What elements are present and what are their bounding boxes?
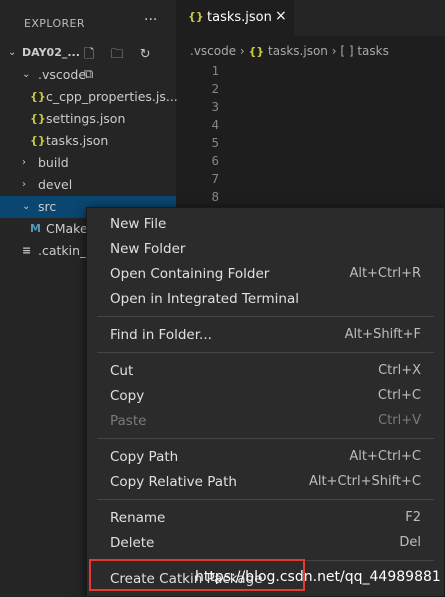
explorer-title: EXPLORER — [24, 17, 85, 30]
tree-item-label: .catkin_ — [38, 243, 87, 258]
menu-item-shortcut: Alt+Ctrl+Shift+C — [308, 474, 421, 489]
menu-item-shortcut: Ctrl+X — [378, 363, 421, 378]
menu-item-copy-relative-path[interactable]: Copy Relative Path Alt+Ctrl+Shift+C — [87, 470, 444, 494]
menu-item-shortcut: Alt+Shift+F — [344, 327, 421, 342]
menu-item-shortcut: Alt+Ctrl+R — [349, 266, 421, 281]
tree-item-label: build — [38, 155, 69, 170]
line-number: 1 — [211, 63, 219, 78]
menu-item-label: Cut — [110, 363, 134, 379]
line-number: 3 — [211, 99, 219, 114]
watermark: https://blog.csdn.net/qq_44989881 — [195, 569, 441, 585]
menu-separator — [97, 438, 434, 439]
menu-item-label: Open Containing Folder — [110, 266, 270, 282]
tree-item[interactable]: {} c_cpp_properties.js... — [0, 86, 178, 108]
menu-item-label: Paste — [110, 413, 147, 429]
menu-item-shortcut: Alt+Ctrl+C — [349, 449, 421, 464]
tree-item[interactable]: ⌄ .vscode — [0, 64, 176, 86]
tab-tasks-json[interactable]: {} tasks.json × — [176, 0, 294, 36]
menu-item-cut[interactable]: Cut Ctrl+X — [87, 359, 444, 383]
breadcrumb-file[interactable]: tasks.json — [268, 44, 328, 58]
context-menu: New File New Folder Open Containing Folder… — [86, 207, 445, 597]
menu-item-label: Delete — [110, 535, 155, 551]
tree-item[interactable]: {} settings.json — [0, 108, 176, 130]
menu-item-label: Find in Folder... — [110, 327, 212, 343]
menu-item-paste: Paste Ctrl+V — [87, 409, 444, 433]
json-file-icon: {} — [30, 134, 46, 147]
menu-item-copy[interactable]: Copy Ctrl+C — [87, 384, 444, 408]
tab-label: tasks.json — [207, 10, 272, 25]
cmake-file-icon: M — [30, 222, 41, 235]
tree-item-label: src — [38, 199, 57, 214]
close-icon[interactable]: × — [275, 8, 287, 24]
menu-item-copy-path[interactable]: Copy Path Alt+Ctrl+C — [87, 445, 444, 469]
menu-separator — [97, 316, 434, 317]
menu-item-shortcut: Del — [399, 535, 421, 550]
tree-item-label: settings.json — [46, 111, 126, 126]
tree-item[interactable]: › devel — [0, 174, 176, 196]
chevron-down-icon: ⌄ — [22, 69, 31, 80]
chevron-right-icon: › — [22, 157, 26, 168]
line-number: 4 — [211, 117, 219, 132]
line-number: 6 — [211, 153, 219, 168]
tree-item-label: c_cpp_properties.js... — [46, 89, 178, 104]
menu-item-label: Open in Integrated Terminal — [110, 291, 299, 307]
json-file-icon: {} — [30, 90, 46, 103]
more-actions-icon[interactable]: ··· — [144, 12, 157, 28]
menu-item-label: New Folder — [110, 241, 186, 257]
tree-item-label: tasks.json — [46, 133, 109, 148]
line-number: 8 — [211, 189, 219, 204]
menu-item-find-in-folder[interactable]: Find in Folder... Alt+Shift+F — [87, 323, 444, 347]
menu-item-label: New File — [110, 216, 167, 232]
text-file-icon: ≡ — [22, 244, 32, 257]
menu-item-label: Copy — [110, 388, 145, 404]
json-file-icon: {} — [248, 45, 265, 58]
menu-item-rename[interactable]: Rename F2 — [87, 506, 444, 530]
breadcrumb: .vscode › {} tasks.json › [ ] tasks — [190, 44, 389, 58]
menu-item-label: Rename — [110, 510, 166, 526]
json-file-icon: {} — [188, 10, 204, 23]
chevron-right-icon: › — [22, 179, 26, 190]
breadcrumb-node[interactable]: [ ] tasks — [340, 44, 389, 58]
menu-item-open-in-integrated-terminal[interactable]: Open in Integrated Terminal — [87, 287, 444, 311]
menu-item-label: Copy Path — [110, 449, 179, 465]
tree-item-label: .vscode — [38, 67, 87, 82]
breadcrumb-folder[interactable]: .vscode — [190, 44, 236, 58]
tab-bar: {} tasks.json × — [176, 0, 445, 36]
line-number: 7 — [211, 171, 219, 186]
tree-item[interactable]: › build — [0, 152, 176, 174]
tree-item[interactable]: {} tasks.json — [0, 130, 176, 152]
menu-item-new-file[interactable]: New File — [87, 212, 444, 236]
tree-item-label: CMake — [46, 221, 88, 236]
menu-item-new-folder[interactable]: New Folder — [87, 237, 444, 261]
menu-item-shortcut: F2 — [405, 510, 421, 525]
chevron-down-icon: ⌄ — [8, 47, 17, 58]
menu-item-shortcut: Ctrl+C — [377, 388, 421, 403]
menu-item-label: Copy Relative Path — [110, 474, 237, 490]
menu-separator — [97, 352, 434, 353]
menu-item-shortcut: Ctrl+V — [378, 413, 421, 428]
menu-item-delete[interactable]: Delete Del — [87, 531, 444, 555]
line-number: 2 — [211, 81, 219, 96]
chevron-down-icon: ⌄ — [22, 201, 31, 212]
menu-item-open-containing-folder[interactable]: Open Containing Folder Alt+Ctrl+R — [87, 262, 444, 286]
project-name: DAY02_... — [22, 46, 80, 59]
tree-item-label: devel — [38, 177, 73, 192]
menu-separator — [97, 499, 434, 500]
line-number: 5 — [211, 135, 219, 150]
json-file-icon: {} — [30, 112, 46, 125]
